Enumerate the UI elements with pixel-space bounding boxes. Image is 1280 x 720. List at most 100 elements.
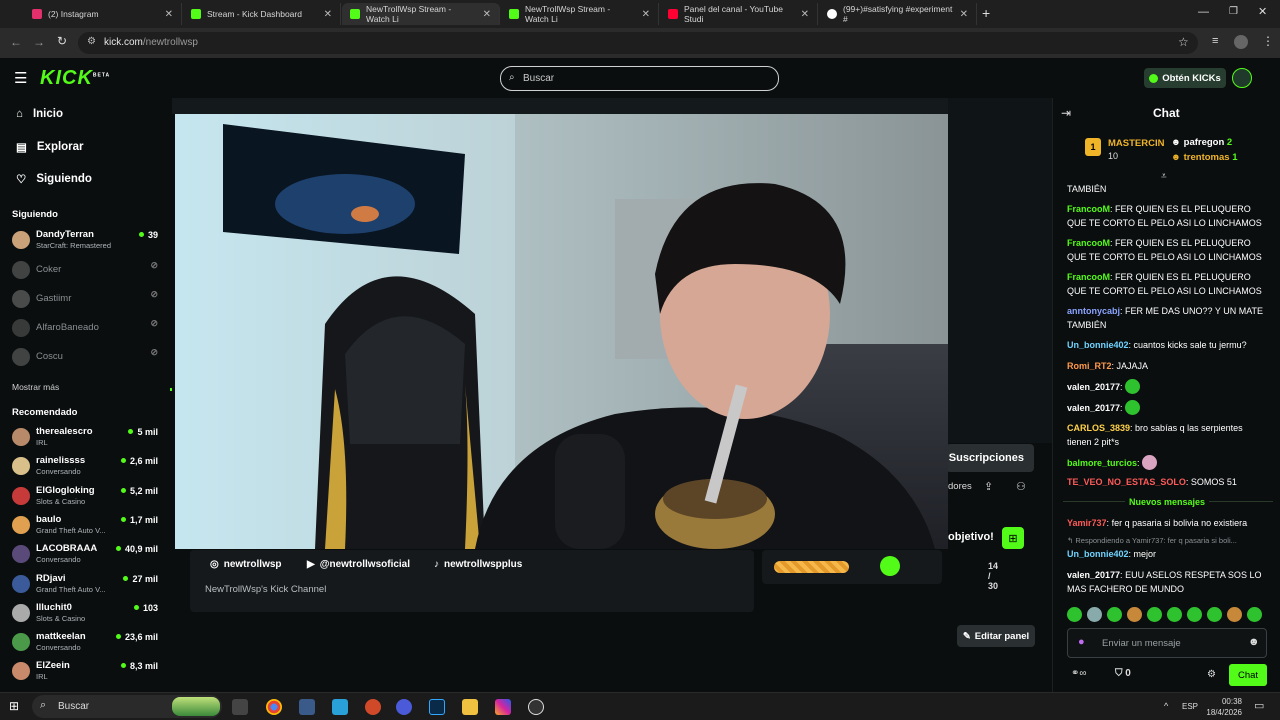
recommended-channel-illuchit0[interactable]: Illuchit0 Slots & Casino 103 [12, 601, 162, 627]
instagram-link[interactable]: ◎ newtrollwsp [210, 559, 282, 570]
browser-tab-youtube-studio[interactable]: Panel del canal - YouTube Studi ✕ [660, 3, 818, 25]
close-tab-icon[interactable]: ✕ [960, 9, 968, 20]
video-player[interactable] [175, 114, 948, 549]
browser-tab-kick-dashboard[interactable]: Stream - Kick Dashboard ✕ [183, 3, 341, 25]
chat-settings-icon[interactable]: ⚙ [1207, 669, 1216, 680]
show-more-link[interactable]: Mostrar más [12, 382, 59, 392]
leader-name[interactable]: ☻ trentomas 1 [1171, 152, 1238, 163]
emote-icon[interactable] [1247, 607, 1262, 622]
edit-panel-button[interactable]: ✎ Editar panel [957, 625, 1035, 647]
following-channel-coker[interactable]: Coker ⊘ [12, 258, 162, 284]
channel-points[interactable]: ⛉ 0 [1115, 668, 1131, 679]
app-icon[interactable] [528, 699, 544, 715]
windows-taskbar: ⊞ ⌕ Buscar ^ ESP 00:38 18/4/2026 ▭ [0, 692, 1280, 720]
recommended-channel-elzeein[interactable]: ElZeein IRL 8,3 mil [12, 659, 162, 685]
app-icon[interactable] [365, 699, 381, 715]
close-tab-icon[interactable]: ✕ [801, 9, 809, 20]
offline-icon: ⊘ [150, 260, 158, 270]
recommended-channel-mattkeelan[interactable]: mattkeelan Conversando 23,6 mil [12, 630, 162, 656]
recommended-channel-lacobraaa[interactable]: LACOBRAAA Conversando 40,9 mil [12, 542, 162, 568]
browser-tab-instagram[interactable]: (2) Instagram ✕ [24, 3, 182, 25]
close-tab-icon[interactable]: ✕ [642, 9, 650, 20]
youtube-link[interactable]: ▶ @newtrollwsoficial [307, 559, 410, 570]
notifications-icon[interactable]: ▭ [1254, 699, 1264, 712]
task-view-icon[interactable] [232, 699, 248, 715]
following-channel-dandyterran[interactable]: DandyTerran StarCraft: Remastered 39 [12, 228, 162, 254]
back-arrow-icon[interactable]: ← [10, 35, 22, 49]
link-icon[interactable]: ⚭∞ [1071, 668, 1087, 679]
photoshop-icon[interactable] [429, 699, 445, 715]
send-chat-button[interactable]: Chat [1229, 664, 1267, 686]
app-icon[interactable] [332, 699, 348, 715]
leader-name[interactable]: MASTERCIN [1108, 138, 1164, 149]
new-tab-button[interactable]: + [982, 5, 990, 21]
emote-icon[interactable] [1087, 607, 1102, 622]
app-icon[interactable] [396, 699, 412, 715]
collapse-chat-icon[interactable]: ⇥ [1061, 106, 1071, 120]
gift-icon[interactable]: ⊞ [1002, 527, 1024, 549]
following-channel-alfarobaneado[interactable]: AlfaroBaneado ⊘ [12, 316, 162, 342]
language-indicator[interactable]: ESP [1182, 702, 1198, 711]
recommended-channel-baulo[interactable]: baulo Grand Theft Auto V... 1,7 mil [12, 513, 162, 539]
user-avatar[interactable] [1232, 68, 1252, 88]
browser-tab-newtrollwsp-active[interactable]: NewTrollWsp Stream - Watch Li ✕ [342, 3, 500, 25]
address-bar[interactable]: ⚙ kick.com/newtrollwsp ☆ [78, 32, 1198, 54]
emote-icon[interactable] [1127, 607, 1142, 622]
tab-title: (2) Instagram [48, 9, 99, 19]
instagram-icon[interactable] [495, 699, 511, 715]
emote-icon[interactable] [1227, 607, 1242, 622]
chrome-icon[interactable] [266, 699, 282, 715]
nav-siguiendo[interactable]: ♡ Siguiendo [16, 172, 92, 186]
kick-icon [350, 9, 360, 19]
nav-explorar[interactable]: ▤ Explorar [16, 140, 84, 154]
minimize-button[interactable]: — [1198, 6, 1209, 18]
emote-icon[interactable] [1207, 607, 1222, 622]
leader-name[interactable]: ☻ pafregon 2 [1171, 137, 1232, 148]
reload-icon[interactable]: ↻ [57, 34, 67, 48]
tray-chevron-icon[interactable]: ^ [1164, 701, 1168, 711]
following-channel-gastiimr[interactable]: Gastiimr ⊘ [12, 287, 162, 313]
chat-input[interactable]: ● Enviar un mensaje ☻ [1067, 628, 1267, 658]
emote-icon[interactable] [1067, 607, 1082, 622]
search-input[interactable]: ⌕ Buscar [500, 66, 779, 91]
subscriptions-button[interactable]: Suscripciones [946, 444, 1034, 472]
forward-arrow-icon[interactable]: → [33, 35, 45, 49]
tiktok-link[interactable]: ♪ newtrollwspplus [434, 559, 522, 570]
get-kicks-button[interactable]: Obtén KICKs [1144, 68, 1226, 88]
nav-inicio[interactable]: ⌂ Inicio [16, 108, 63, 120]
following-channel-coscu[interactable]: Coscu ⊘ [12, 345, 162, 371]
recommended-channel-elglogloking[interactable]: ElGlogloking Slots & Casino 5,2 mil [12, 484, 162, 510]
emote-icon[interactable] [1107, 607, 1122, 622]
kick-logo[interactable]: KICKBETA [40, 67, 110, 90]
browser-menu-icon[interactable]: ⋮ [1262, 34, 1274, 48]
file-explorer-icon[interactable] [462, 699, 478, 715]
close-tab-icon[interactable]: ✕ [483, 9, 491, 20]
recommended-channel-therealescro[interactable]: therealescro IRL 5 mil [12, 425, 162, 451]
browser-tab-tiktok[interactable]: (99+)#satisfying #experiment # ✕ [819, 3, 977, 25]
emote-icon[interactable] [1187, 607, 1202, 622]
close-tab-icon[interactable]: ✕ [324, 9, 332, 20]
site-info-icon[interactable]: ⚙ [87, 36, 96, 47]
emote-icon[interactable] [1147, 607, 1162, 622]
close-window-button[interactable]: ✕ [1258, 5, 1267, 18]
clock[interactable]: 00:38 18/4/2026 [1206, 696, 1242, 718]
emote-icon[interactable] [1167, 607, 1182, 622]
close-tab-icon[interactable]: ✕ [165, 9, 173, 20]
expand-leaderboard-icon[interactable]: ⩡ [1161, 171, 1167, 182]
share-icon[interactable]: ⇪ [984, 480, 993, 493]
recommended-channel-rdjavi[interactable]: RDjavi Grand Theft Auto V... 27 mil [12, 572, 162, 598]
recommended-channel-rainelissss[interactable]: rainelissss Conversando 2,6 mil [12, 454, 162, 480]
browser-tab-newtrollwsp[interactable]: NewTrollWsp Stream - Watch Li ✕ [501, 3, 659, 25]
taskbar-search[interactable]: ⌕ Buscar [32, 695, 222, 718]
bookmark-star-icon[interactable]: ☆ [1178, 35, 1189, 49]
microphone-icon[interactable]: ● [1078, 636, 1085, 648]
add-user-icon[interactable]: ⚇ [1016, 480, 1026, 493]
app-icon[interactable] [299, 699, 315, 715]
restore-button[interactable]: ❐ [1229, 6, 1238, 17]
hamburger-menu-icon[interactable]: ☰ [14, 69, 27, 87]
profile-avatar[interactable] [1234, 35, 1248, 49]
media-icon[interactable]: ≡ [1212, 35, 1218, 47]
sidebar: ⌂ Inicio ▤ Explorar ♡ Siguiendo Siguiendo D… [0, 98, 174, 692]
emoji-icon[interactable]: ☻ [1248, 636, 1260, 648]
windows-start-icon[interactable]: ⊞ [9, 699, 19, 713]
